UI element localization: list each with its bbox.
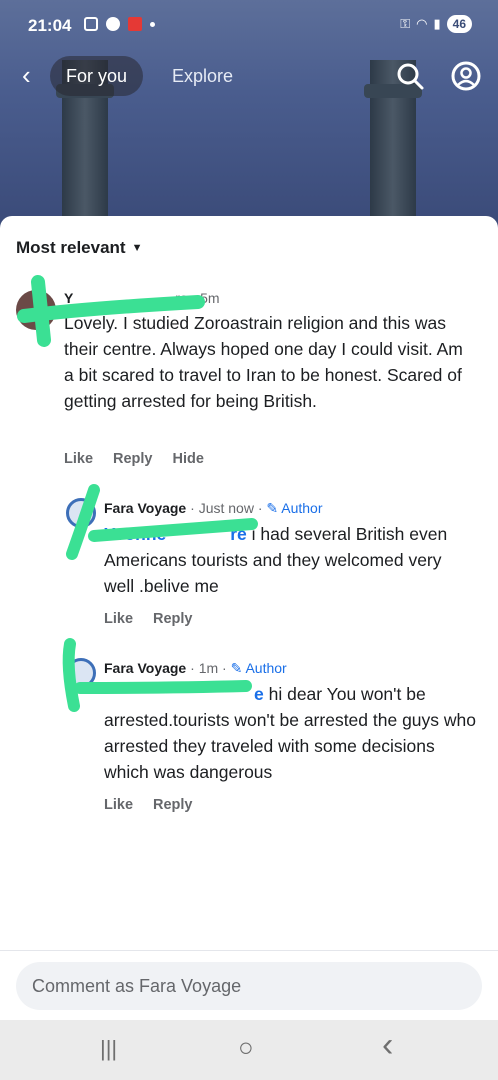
reply-header: Fara Voyage · 1m · ✎ Author [104,660,287,676]
hide-button[interactable]: Hide [173,451,204,467]
home-icon[interactable]: ○ [238,1032,254,1063]
mention-suffix[interactable]: re [230,524,247,544]
screenshot-icon [84,17,98,31]
sort-dropdown[interactable]: Most relevant ▼ [16,238,142,258]
comment-author[interactable]: Y [64,290,73,306]
reply-button[interactable]: Reply [153,611,193,627]
mention-link[interactable]: Yvonne [104,524,166,544]
chevron-down-icon: ▼ [131,242,143,254]
profile-icon[interactable] [450,60,482,92]
comment-actions: Like Reply Hide [64,451,204,467]
chevron-left-icon[interactable]: ‹ [22,60,31,91]
author-badge: ✎ Author [266,500,323,516]
reply-header: Fara Voyage · Just now · ✎ Author [104,500,323,516]
like-button[interactable]: Like [64,451,93,467]
comment-body: Lovely. I studied Zoroastrain religion a… [64,313,463,411]
comment-time: 5m [200,290,220,306]
avatar[interactable] [16,290,56,330]
reply-button[interactable]: Reply [113,451,153,467]
status-bar: 21:04 ⚿ ◠ ▮ 46 [0,0,498,52]
reply-actions: Like Reply [104,611,193,627]
reply-body: e hi dear You won't be arrested.tourists… [104,681,476,785]
system-indicators: ⚿ ◠ ▮ 46 [400,15,472,33]
composer-divider [0,950,498,951]
notification-icons [84,17,155,31]
mention-suffix[interactable]: e [254,684,264,704]
comment-input[interactable]: Comment as Fara Voyage [16,962,482,1010]
recents-icon[interactable]: ||| [100,1036,117,1062]
comments-sheet: Most relevant ▼ Y re · 5m Lovely. I stud… [0,216,498,1020]
comment-header: Y re · 5m [64,290,220,306]
status-time: 21:04 [28,16,72,35]
tab-explore[interactable]: Explore [172,56,233,96]
avatar[interactable] [66,658,96,688]
search-icon[interactable] [394,60,426,92]
wifi-icon: ◠ [416,16,428,31]
reply-time: Just now [198,500,254,516]
back-icon[interactable]: ‹ [382,1026,393,1065]
system-nav-bar: ||| ○ ‹ [0,1020,498,1080]
reply-time: 1m [198,660,219,676]
key-icon: ⚿ [400,16,411,31]
reply-body: Yvonne re i had several British even Amer… [104,521,476,599]
more-notifications-icon [150,21,155,27]
like-button[interactable]: Like [104,797,133,813]
comment-author-suffix: re [175,290,188,306]
like-button[interactable]: Like [104,611,133,627]
reply-text: hi dear You won't be arrested.tourists w… [104,684,477,782]
signal-icon: ▮ [433,16,441,31]
reply-button[interactable]: Reply [153,797,193,813]
messenger-icon [106,17,120,31]
reply-author[interactable]: Fara Voyage [104,660,186,676]
author-badge: ✎ Author [230,660,287,676]
pdf-icon [128,17,142,31]
avatar[interactable] [66,498,96,528]
reply-author[interactable]: Fara Voyage [104,500,186,516]
battery-indicator: 46 [446,15,472,33]
sort-label: Most relevant [16,238,126,257]
reply-actions: Like Reply [104,797,193,813]
tab-for-you[interactable]: For you [50,56,144,96]
top-nav: ‹ For you Explore [0,54,498,98]
